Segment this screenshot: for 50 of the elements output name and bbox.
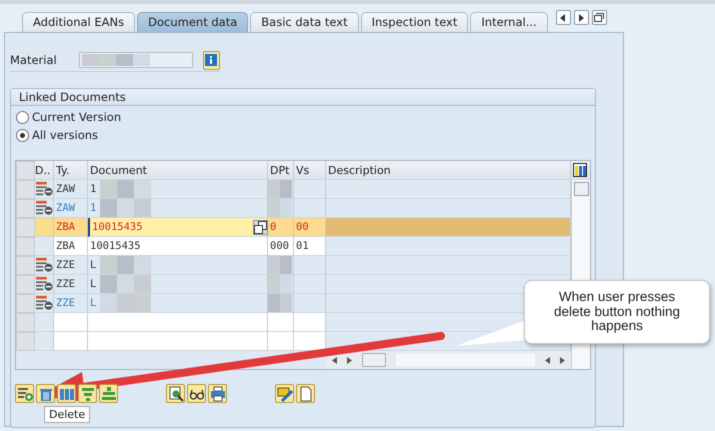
scroll-left-icon[interactable] xyxy=(332,356,337,364)
pencil-icon[interactable] xyxy=(275,384,294,403)
filter-icon[interactable] xyxy=(78,384,97,403)
sort-icon[interactable] xyxy=(99,384,118,403)
table-cell: 00 xyxy=(294,218,326,237)
value-help-icon[interactable] xyxy=(253,220,268,235)
tab[interactable]: Internal... xyxy=(470,12,548,32)
column-header[interactable]: Description xyxy=(326,161,571,180)
tab-list-icon[interactable] xyxy=(592,10,607,25)
trash-icon[interactable] xyxy=(36,384,55,403)
scroll-right-icon[interactable] xyxy=(560,356,565,364)
info-button[interactable] xyxy=(202,50,220,70)
tab[interactable]: Document data xyxy=(137,12,248,32)
columns-icon[interactable] xyxy=(57,384,76,403)
scroll-right-icon[interactable] xyxy=(574,10,589,25)
table-cell[interactable]: 10015435 xyxy=(88,218,268,237)
scroll-right-icon[interactable] xyxy=(347,356,352,364)
tab[interactable]: Basic data text xyxy=(250,12,359,32)
search-icon[interactable] xyxy=(166,384,185,403)
scroll-left-icon[interactable] xyxy=(545,356,550,364)
radio-button[interactable] xyxy=(16,128,29,142)
glasses-icon[interactable] xyxy=(187,384,206,403)
radio-label: All versions xyxy=(32,128,98,142)
table-cell: 0 xyxy=(268,218,294,237)
column-header[interactable]: D.. xyxy=(35,161,54,180)
print-icon[interactable] xyxy=(208,384,227,403)
material-field[interactable] xyxy=(79,52,193,68)
field-label: Material xyxy=(10,53,58,67)
column-header[interactable]: Vs xyxy=(294,161,326,180)
page-icon[interactable] xyxy=(296,384,315,403)
radio-button[interactable] xyxy=(16,110,29,124)
tab[interactable]: Inspection text xyxy=(360,12,468,32)
table-cell: 01 xyxy=(294,237,326,256)
callout-text: When user presses delete button nothing happens xyxy=(552,290,682,334)
scroll-left-icon[interactable] xyxy=(556,10,571,25)
table-cell: ZBA xyxy=(54,218,88,237)
table-cell[interactable]: 10015435 xyxy=(88,237,268,256)
horizontal-scrollbar[interactable] xyxy=(326,351,571,369)
table-cell: ZAW xyxy=(54,180,88,199)
table-cell: 000 xyxy=(268,237,294,256)
column-header[interactable]: Ty. xyxy=(54,161,88,180)
column-settings-button[interactable] xyxy=(571,161,589,180)
table-cell: ZZE xyxy=(54,275,88,294)
add-row-icon[interactable] xyxy=(15,384,34,403)
radio-label: Current Version xyxy=(32,110,122,124)
tooltip: Delete xyxy=(44,406,90,423)
table-cell: ZBA xyxy=(54,237,88,256)
table-cell: ZZE xyxy=(54,256,88,275)
tab[interactable]: Additional EANs xyxy=(22,12,136,32)
group-title: Linked Documents xyxy=(11,89,595,106)
